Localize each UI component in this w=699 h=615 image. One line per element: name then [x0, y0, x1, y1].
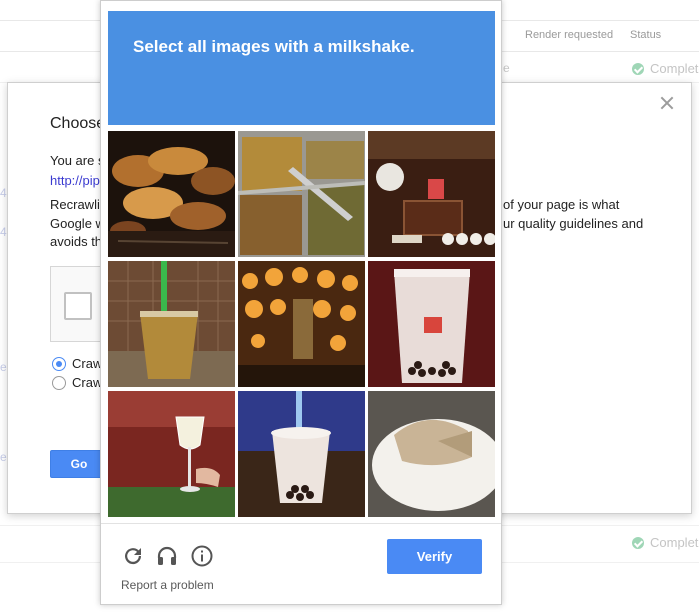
- crawl-option-radio-2[interactable]: [52, 376, 66, 390]
- bubble-tea-image: [368, 261, 495, 387]
- wrap-on-plate-image: [368, 391, 495, 517]
- tile-restaurant-table[interactable]: [368, 131, 495, 257]
- dialog-text: avoids th: [50, 234, 103, 249]
- grilled-food-image: [108, 131, 235, 257]
- food-trays-image: [238, 131, 365, 257]
- check-circle-icon: [632, 536, 644, 549]
- blurry-lights-image: [238, 261, 365, 387]
- dialog-title: Choose: [50, 115, 106, 132]
- status-text: Complete: [650, 61, 699, 76]
- status-cell: Complete: [632, 535, 699, 550]
- tile-blurry-lights[interactable]: [238, 261, 365, 387]
- restaurant-table-image: [368, 131, 495, 257]
- background-fragment: e: [0, 450, 7, 464]
- tile-wine-glass[interactable]: [108, 391, 235, 517]
- captcha-image-grid: [108, 131, 495, 517]
- audio-icon[interactable]: [155, 544, 179, 568]
- dialog-text: Recrawli: [50, 197, 100, 212]
- status-cell: Complete: [632, 61, 699, 76]
- crawl-option-label: Craw: [72, 356, 103, 371]
- background-fragment: 4: [0, 225, 7, 239]
- captcha-challenge: Select all images with a milkshake. Repo…: [100, 0, 502, 605]
- bubble-tea-blue-straw-image: [238, 391, 365, 517]
- tile-iced-drink-green-straw[interactable]: [108, 261, 235, 387]
- status-text: Complete: [650, 535, 699, 550]
- column-header-status: Status: [630, 29, 662, 41]
- tile-wrap-on-plate[interactable]: [368, 391, 495, 517]
- tile-bubble-tea-blue-straw[interactable]: [238, 391, 365, 517]
- dialog-text: Google w: [50, 216, 105, 231]
- background-fragment: e: [0, 360, 7, 374]
- dialog-text: ur quality guidelines and: [503, 216, 644, 231]
- iced-drink-image: [108, 261, 235, 387]
- check-circle-icon: [632, 62, 644, 75]
- crawl-option-label: Craw: [72, 375, 103, 390]
- captcha-header: Select all images with a milkshake.: [108, 11, 495, 125]
- dialog-text: You are s: [50, 153, 105, 168]
- close-icon[interactable]: [659, 95, 675, 111]
- dialog-text: of your page is what: [503, 197, 620, 212]
- tile-bubble-tea[interactable]: [368, 261, 495, 387]
- crawl-option-radio-1[interactable]: [52, 357, 66, 371]
- tile-food-trays[interactable]: [238, 131, 365, 257]
- wine-glass-image: [108, 391, 235, 517]
- recaptcha-checkbox[interactable]: [64, 292, 92, 320]
- tile-grilled-food[interactable]: [108, 131, 235, 257]
- info-icon[interactable]: [190, 544, 214, 568]
- captcha-instruction: Select all images with a milkshake.: [133, 37, 415, 56]
- background-fragment: e: [503, 61, 510, 75]
- verify-button[interactable]: Verify: [387, 539, 482, 574]
- reload-icon[interactable]: [121, 544, 145, 568]
- url-link[interactable]: http://pip: [50, 173, 100, 188]
- column-header-render-requested: Render requested: [525, 29, 614, 41]
- background-fragment: 4: [0, 186, 7, 200]
- captcha-divider: [101, 523, 501, 524]
- report-problem-link[interactable]: Report a problem: [121, 578, 214, 592]
